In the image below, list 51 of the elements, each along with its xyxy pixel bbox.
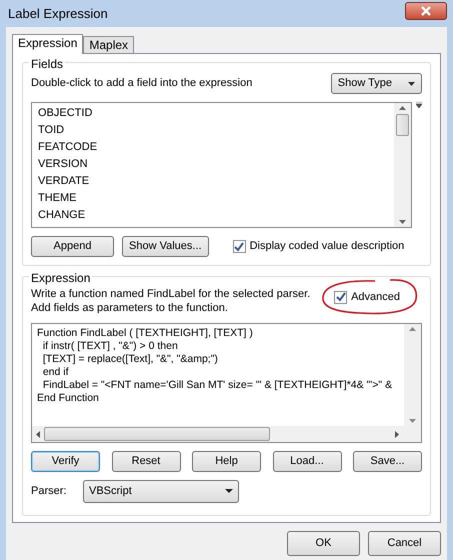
field-button[interactable]: Append: [31, 236, 114, 257]
field-item[interactable]: THEME: [38, 190, 388, 207]
vertical-scrollbar[interactable]: [394, 103, 411, 227]
scroll-down-icon[interactable]: [409, 419, 416, 423]
dropdown-arrow-icon: [408, 82, 415, 86]
code-line: end if: [42, 366, 70, 379]
coded-value-label: Display coded value description: [250, 239, 404, 254]
vertical-scrollbar[interactable]: [404, 324, 421, 426]
tab[interactable]: Expression: [12, 34, 84, 54]
window-title: Label Expression: [8, 4, 108, 23]
scroll-up-icon[interactable]: [409, 327, 416, 331]
field-button[interactable]: Show Values...: [122, 236, 209, 257]
scroll-up-icon[interactable]: [399, 106, 406, 110]
scroll-end-icon[interactable]: [416, 102, 422, 108]
field-item[interactable]: OBJECTID: [38, 105, 388, 122]
description-text: Write a function named FindLabel for the selected parser. Add fields as parameters to the function.: [31, 287, 311, 315]
horizontal-scrollbar[interactable]: [32, 426, 421, 442]
field-item[interactable]: VERDATE: [38, 173, 388, 190]
field-item[interactable]: VERSION: [38, 156, 388, 173]
scroll-right-icon[interactable]: [395, 430, 399, 438]
dialog-button[interactable]: Cancel: [368, 531, 441, 556]
scroll-left-icon[interactable]: [36, 430, 40, 438]
advanced-checkbox[interactable]: [334, 290, 348, 304]
code-line: End Function: [37, 392, 100, 405]
expression-button[interactable]: Load...: [272, 451, 342, 472]
close-button[interactable]: [405, 2, 447, 20]
field-item[interactable]: FEATCODE: [38, 139, 388, 156]
scroll-thumb[interactable]: [396, 114, 409, 136]
scroll-down-icon[interactable]: [399, 220, 406, 224]
dropdown-arrow-icon: [225, 489, 233, 494]
expression-button[interactable]: Help: [192, 451, 261, 472]
parser-select[interactable]: VBScript: [83, 480, 239, 502]
tab[interactable]: Maplex: [83, 36, 134, 53]
scroll-thumb[interactable]: [44, 427, 270, 441]
code-line: FindLabel = "<FNT name='Gill San MT' size= '" & [TEXTHEIGHT]*4& "'>" &: [42, 379, 394, 392]
field-item[interactable]: TOID: [38, 122, 388, 139]
field-item[interactable]: CHANGE: [38, 207, 388, 224]
close-icon: [420, 6, 432, 16]
code-line: if instr( [TEXT] , "&") > 0 then: [42, 340, 179, 353]
expression-button[interactable]: Save...: [353, 451, 422, 472]
expression-button[interactable]: Verify: [31, 451, 100, 472]
code-line: Function FindLabel ( [TEXTHEIGHT], [TEXT] ): [37, 327, 254, 340]
advanced-label: Advanced: [351, 290, 400, 305]
coded-value-checkbox[interactable]: [232, 240, 246, 253]
show-type-button[interactable]: Show Type: [330, 73, 422, 94]
dialog-button[interactable]: OK: [287, 531, 360, 556]
hint-text: Double-click to add a field into the expression: [31, 76, 252, 92]
expression-button[interactable]: Reset: [112, 451, 180, 472]
parser-label: Parser:: [31, 484, 68, 499]
code-editor[interactable]: [31, 323, 422, 443]
code-line: [TEXT] = replace([Text], "&", "&amp;"): [42, 353, 219, 366]
